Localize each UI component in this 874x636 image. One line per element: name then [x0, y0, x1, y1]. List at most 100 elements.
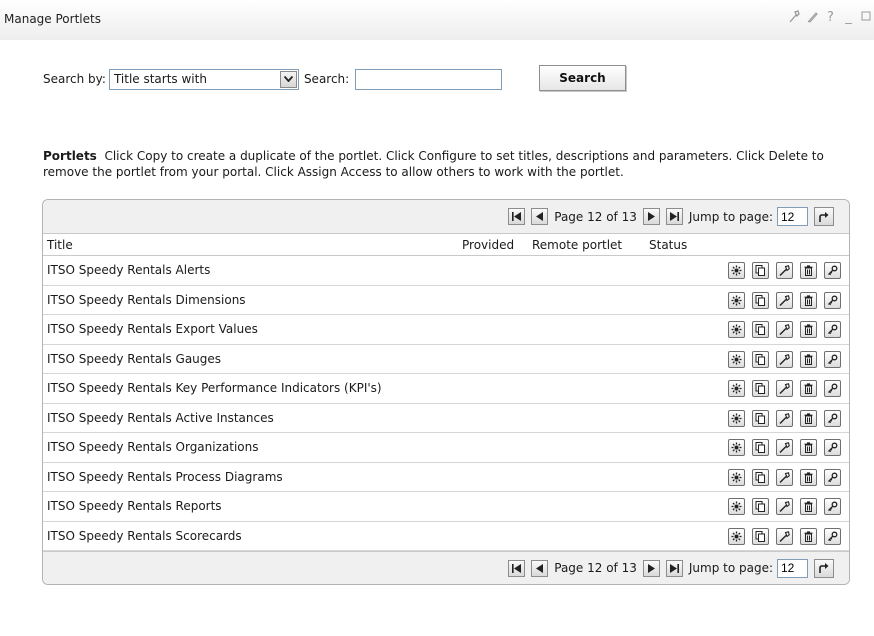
settings-icon[interactable]	[728, 527, 745, 545]
table-body: ITSO Speedy Rentals Alerts ITSO Speedy Re…	[43, 256, 849, 551]
configure-wrench-icon[interactable]	[776, 468, 793, 486]
copy-icon[interactable]	[752, 321, 769, 338]
search-by-select[interactable]: Title starts with	[108, 68, 299, 90]
assign-access-key-icon[interactable]	[824, 350, 841, 368]
delete-trash-icon[interactable]	[800, 291, 817, 309]
settings-icon[interactable]	[728, 468, 745, 486]
go-arrow-icon[interactable]	[814, 207, 834, 226]
row-actions	[728, 409, 841, 427]
configure-wrench-icon[interactable]	[776, 321, 793, 338]
delete-trash-icon[interactable]	[800, 468, 817, 486]
assign-access-key-icon[interactable]	[824, 380, 841, 397]
last-page-icon[interactable]	[665, 208, 683, 225]
settings-icon[interactable]	[728, 350, 745, 368]
configure-wrench-icon[interactable]	[776, 262, 793, 279]
delete-trash-icon[interactable]	[800, 350, 817, 368]
portlet-title: ITSO Speedy Rentals Alerts	[47, 263, 211, 277]
portlet-title: ITSO Speedy Rentals Key Performance Indi…	[47, 381, 382, 395]
last-page-icon[interactable]	[665, 559, 683, 577]
assign-access-key-icon[interactable]	[824, 321, 841, 338]
copy-icon[interactable]	[752, 439, 769, 456]
column-status: Status	[649, 238, 688, 252]
assign-access-key-icon[interactable]	[824, 498, 841, 515]
delete-trash-icon[interactable]	[800, 321, 817, 338]
table-row: ITSO Speedy Rentals Active Instances	[43, 404, 849, 433]
assign-access-key-icon[interactable]	[824, 439, 841, 456]
minimize-icon[interactable]: _	[843, 10, 854, 25]
jump-to-page-input[interactable]	[777, 558, 808, 578]
table-row: ITSO Speedy Rentals Organizations	[43, 433, 849, 463]
portlet-title: ITSO Speedy Rentals Process Diagrams	[47, 469, 283, 484]
first-page-icon[interactable]	[508, 559, 526, 577]
copy-icon[interactable]	[752, 468, 769, 486]
wrench-icon[interactable]	[789, 10, 800, 25]
copy-icon[interactable]	[752, 498, 769, 515]
previous-page-icon[interactable]	[531, 208, 549, 225]
table-row: ITSO Speedy Rentals Dimensions	[43, 286, 849, 315]
chevron-down-icon[interactable]	[279, 70, 297, 88]
next-page-icon[interactable]	[642, 559, 660, 577]
configure-wrench-icon[interactable]	[776, 498, 793, 515]
configure-wrench-icon[interactable]	[776, 527, 793, 545]
assign-access-key-icon[interactable]	[824, 409, 841, 427]
go-arrow-icon[interactable]	[814, 558, 834, 578]
configure-wrench-icon[interactable]	[776, 439, 793, 456]
delete-trash-icon[interactable]	[800, 527, 817, 545]
copy-icon[interactable]	[752, 527, 769, 545]
delete-trash-icon[interactable]	[800, 409, 817, 427]
configure-wrench-icon[interactable]	[776, 350, 793, 368]
copy-icon[interactable]	[752, 380, 769, 397]
copy-icon[interactable]	[752, 262, 769, 279]
pager-top: Page 12 of 13 Jump to page:	[43, 200, 849, 234]
copy-icon[interactable]	[752, 409, 769, 427]
pager-bottom: Page 12 of 13 Jump to page:	[43, 551, 849, 584]
window-title: Manage Portlets	[4, 12, 101, 26]
copy-icon[interactable]	[752, 350, 769, 368]
jump-to-page-label: Jump to page:	[688, 209, 773, 224]
search-button[interactable]: Search	[539, 65, 626, 91]
assign-access-key-icon[interactable]	[824, 468, 841, 486]
table-row: ITSO Speedy Rentals Export Values	[43, 315, 849, 345]
portlet-titlebar: Manage Portlets ? _	[0, 0, 874, 40]
portlets-heading: Portlets	[43, 149, 97, 163]
next-page-icon[interactable]	[642, 208, 660, 225]
assign-access-key-icon[interactable]	[824, 262, 841, 279]
settings-icon[interactable]	[728, 409, 745, 427]
column-title[interactable]: Title	[47, 238, 73, 252]
table-row: ITSO Speedy Rentals Gauges	[43, 345, 849, 374]
settings-icon[interactable]	[728, 291, 745, 309]
settings-icon[interactable]	[728, 262, 745, 279]
search-label: Search:	[303, 72, 350, 86]
assign-access-key-icon[interactable]	[824, 527, 841, 545]
help-icon[interactable]: ?	[825, 10, 836, 25]
window-controls: ? _	[789, 10, 872, 25]
portlet-title: ITSO Speedy Rentals Scorecards	[47, 528, 242, 543]
row-actions	[728, 527, 841, 545]
search-by-label: Search by:	[43, 72, 106, 86]
configure-wrench-icon[interactable]	[776, 380, 793, 397]
settings-icon[interactable]	[728, 498, 745, 515]
delete-trash-icon[interactable]	[800, 498, 817, 515]
jump-to-page-input[interactable]	[777, 207, 808, 226]
pencil-icon[interactable]	[807, 10, 818, 25]
first-page-icon[interactable]	[508, 208, 526, 225]
search-input[interactable]	[355, 68, 503, 90]
previous-page-icon[interactable]	[531, 559, 549, 577]
settings-icon[interactable]	[728, 439, 745, 456]
delete-trash-icon[interactable]	[800, 262, 817, 279]
maximize-icon[interactable]	[861, 10, 872, 25]
column-provided: Provided	[462, 238, 515, 252]
row-actions	[728, 262, 841, 279]
settings-icon[interactable]	[728, 321, 745, 338]
copy-icon[interactable]	[752, 291, 769, 309]
configure-wrench-icon[interactable]	[776, 291, 793, 309]
portlet-title: ITSO Speedy Rentals Active Instances	[47, 410, 274, 425]
table-row: ITSO Speedy Rentals Process Diagrams	[43, 463, 849, 492]
portlets-table: Page 12 of 13 Jump to page: Title Provid…	[42, 199, 850, 585]
assign-access-key-icon[interactable]	[824, 291, 841, 309]
configure-wrench-icon[interactable]	[776, 409, 793, 427]
row-actions	[728, 439, 841, 456]
delete-trash-icon[interactable]	[800, 380, 817, 397]
delete-trash-icon[interactable]	[800, 439, 817, 456]
settings-icon[interactable]	[728, 380, 745, 397]
